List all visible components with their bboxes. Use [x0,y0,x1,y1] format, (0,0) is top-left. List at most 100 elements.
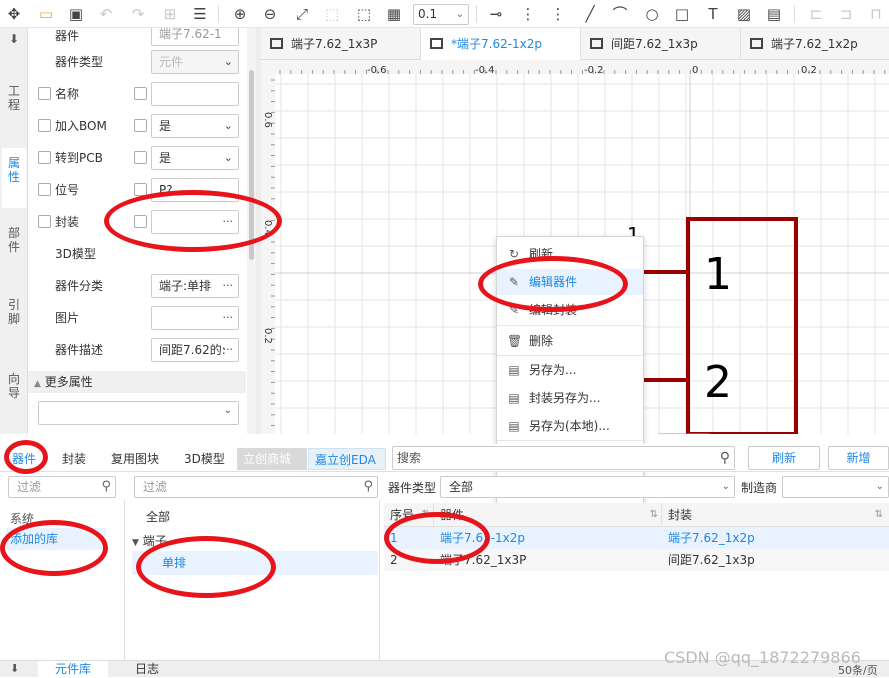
doc-tab-4[interactable]: 端子7.62_1x2p [741,28,889,60]
redo-icon[interactable]: ↷ [128,4,148,24]
circle-icon[interactable]: ○ [642,4,662,24]
side-tab-pins[interactable]: 引脚 [2,298,26,338]
more-icon[interactable]: ··· [223,275,234,297]
align-top-icon[interactable]: ⊓ [866,4,886,24]
doc-tab-3[interactable]: 间距7.62_1x3p [581,28,741,60]
zoom-selection-icon[interactable]: ⬚ [354,4,374,24]
prop-visible-checkbox[interactable] [38,87,51,100]
lib-tab-3d-model[interactable]: 3D模型 [178,448,231,470]
search-icon: ⚲ [363,479,373,494]
bus-entry-icon[interactable]: ⋮ [548,4,568,24]
chevron-up-icon: ▲ [34,379,41,389]
sort-icon: ⇅ [649,509,658,520]
more-props-header[interactable]: ▲ 更多属性 [28,371,246,393]
bus-icon[interactable]: ⋮ [518,4,538,24]
line-icon[interactable]: ╱ [580,4,600,24]
prop-visible-checkbox[interactable] [38,183,51,196]
pin-icon[interactable]: ⊸ [486,4,506,24]
text-icon[interactable]: T [703,4,723,24]
zoom-value: 0.1 [418,7,438,21]
doc-tab-2[interactable]: *端子7.62-1x2p [421,28,581,60]
trash-icon: 🗑 [507,334,523,348]
more-icon[interactable]: ··· [223,307,234,329]
fit-icon[interactable]: ⤢ [292,4,312,24]
undo-icon[interactable]: ↶ [96,4,116,24]
prop-value-field[interactable] [151,82,239,106]
zoom-in-icon[interactable]: ⊕ [230,4,250,24]
main-toolbar: ✥ ▭ ▣ ↶ ↷ ⊞ ☰ ⊕ ⊖ ⤢ ⬚ ⬚ ▦ 0.1 ⌄ ⊸ ⋮ ⋮ ╱ ⌒… [0,0,889,28]
save-icon[interactable]: ▣ [66,4,86,24]
zoom-area-icon[interactable]: ⬚ [322,4,342,24]
arc-icon[interactable]: ⌒ [610,4,630,24]
context-menu-label: 另存为... [529,363,577,377]
cursor-move-icon[interactable]: ✥ [4,4,24,24]
align-right-icon[interactable]: ⊐ [836,4,856,24]
col-header-footprint[interactable]: 封装 ⇅ [662,503,889,525]
pin-panel-icon[interactable]: ⬇ [2,32,26,46]
prop-value-field[interactable]: 是 ⌄ [151,114,239,138]
prop-row: 器件描述 间距7.62的: ··· [28,334,256,366]
prop-visible-checkbox[interactable] [38,119,51,132]
side-tab-wizard[interactable]: 向导 [2,372,26,412]
sheet-icon[interactable]: ▤ [764,4,784,24]
context-menu-item[interactable]: ▤ 另存为(本地)... [497,413,643,439]
refresh-button[interactable]: 刷新 [748,446,820,470]
lib-tab-reuse-block[interactable]: 复用图块 [105,448,165,470]
annotation-ellipse [478,256,628,312]
doc-tab-1[interactable]: 端子7.62_1x3P [261,28,421,60]
status-tab-log[interactable]: 日志 [112,661,182,678]
prop-show-checkbox[interactable] [134,87,147,100]
context-menu-item[interactable]: ▤ 封装另存为... [497,385,643,411]
extra-prop-select[interactable]: ⌄ [38,401,239,425]
grid-select-icon[interactable]: ⊞ [160,4,180,24]
context-menu-item[interactable]: ▤ 另存为... [497,357,643,383]
context-menu-divider [497,325,643,326]
chevron-down-icon: ⌄ [223,405,232,416]
h-tick-label: -0.6 [367,65,387,76]
context-menu-divider [497,355,643,356]
save-as-icon: ▤ [508,391,520,405]
lib-filter-input[interactable]: 过滤 ⚲ [8,476,116,498]
prop-value-field[interactable]: 是 ⌄ [151,146,239,170]
folder-icon[interactable]: ▭ [36,4,56,24]
zoom-select[interactable]: 0.1 ⌄ [413,4,469,25]
library-search-input[interactable]: 搜索 ⚲ [392,446,735,470]
align-icon[interactable]: ⊏ [806,4,826,24]
column-divider [124,500,125,660]
pin-panel-icon[interactable]: ⬇ [10,662,19,675]
category-filter-input[interactable]: 过滤 ⚲ [134,476,378,498]
pin-1-label: 1 [704,249,732,300]
table-icon[interactable]: ▦ [384,4,404,24]
h-tick-label: 0 [692,65,698,76]
prop-value-field[interactable]: 元件 ⌄ [151,50,239,74]
prop-show-checkbox[interactable] [134,119,147,132]
image-icon[interactable]: ▨ [734,4,754,24]
lib-tab-jlc-eda[interactable]: 嘉立创EDA [308,448,386,470]
type-filter-select[interactable]: 全部 ⌄ [440,476,735,498]
prop-label: 转到PCB [55,151,103,165]
prop-value-field[interactable]: 间距7.62的: ··· [151,338,239,362]
prop-value[interactable]: 端子7.62-1 [151,28,239,46]
search-list-icon[interactable]: ☰ [190,4,210,24]
prop-visible-checkbox[interactable] [38,215,51,228]
prop-label: 器件类型 [55,55,104,69]
prop-value-field[interactable]: 端子:单排 ··· [151,274,239,298]
rect-icon[interactable]: □ [672,4,692,24]
status-tab-library[interactable]: 元件库 [38,661,108,678]
prop-visible-checkbox[interactable] [38,151,51,164]
cat-item-all[interactable]: 全部 [146,508,170,525]
prop-show-checkbox[interactable] [134,151,147,164]
lib-tab-lcsc[interactable]: 立创商城 [237,448,307,470]
side-tab-project[interactable]: 工程 [2,84,26,124]
maker-filter-select[interactable]: ⌄ [782,476,889,498]
prop-value-field[interactable]: ··· [151,306,239,330]
toolbar-divider [476,5,477,23]
lib-tab-footprint[interactable]: 封装 [56,448,92,470]
more-icon[interactable]: ··· [223,339,234,361]
chip-icon [590,38,603,49]
new-button[interactable]: 新增 [828,446,889,470]
context-menu-item[interactable]: 🗑 删除 [497,328,643,354]
side-tab-properties[interactable]: 属性 [2,148,26,208]
zoom-out-icon[interactable]: ⊖ [260,4,280,24]
side-tab-parts[interactable]: 部件 [2,226,26,266]
